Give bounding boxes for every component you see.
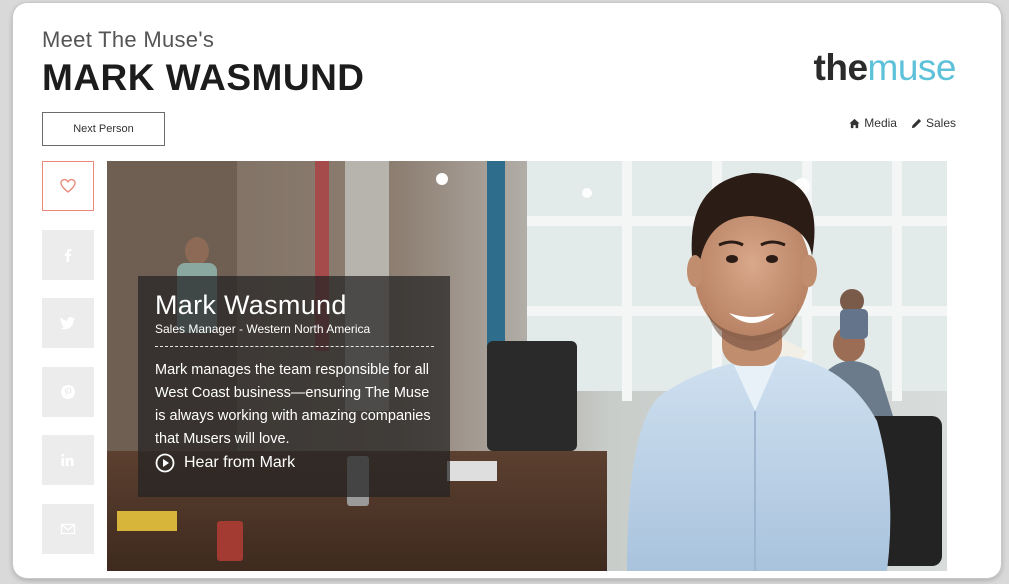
dashed-divider xyxy=(155,346,434,347)
linkedin-icon xyxy=(61,453,74,466)
tag-sales-label: Sales xyxy=(925,116,956,130)
tag-sales[interactable]: Sales xyxy=(911,116,956,130)
facebook-share-button[interactable] xyxy=(42,229,94,280)
linkedin-share-button[interactable] xyxy=(42,435,94,485)
twitter-icon xyxy=(60,317,75,330)
favorite-button[interactable] xyxy=(42,161,94,211)
pencil-icon xyxy=(911,118,922,128)
heart-icon xyxy=(60,178,76,193)
email-icon xyxy=(60,523,76,534)
tag-media-label: Media xyxy=(864,116,897,130)
email-share-button[interactable] xyxy=(42,503,94,554)
play-circle-icon xyxy=(155,453,175,473)
profile-overlay: Mark Wasmund Sales Manager - Western Nor… xyxy=(138,276,450,497)
profile-name: Mark Wasmund xyxy=(155,290,347,320)
hear-from-label: Hear from Mark xyxy=(184,454,296,471)
hear-from-button[interactable]: Hear from Mark xyxy=(155,453,434,473)
profile-bio: Mark manages the team responsible for al… xyxy=(155,362,431,447)
next-person-button[interactable]: Next Person xyxy=(42,112,165,146)
social-share-bar xyxy=(42,161,94,572)
pinterest-icon xyxy=(61,384,75,399)
facebook-icon xyxy=(64,248,72,262)
page-title: MARK WASMUND xyxy=(42,57,365,98)
category-tags: Media Sales xyxy=(849,116,956,130)
themuse-logo[interactable]: themuse xyxy=(813,47,957,89)
profile-role: Sales Manager - Western North America xyxy=(155,322,371,336)
twitter-share-button[interactable] xyxy=(42,298,94,348)
profile-card: Meet The Muse's MARK WASMUND themuse Nex… xyxy=(13,3,1001,578)
page-eyebrow: Meet The Muse's xyxy=(42,27,215,52)
hero-photo: Mark Wasmund Sales Manager - Western Nor… xyxy=(107,161,947,571)
home-icon xyxy=(849,118,860,128)
logo-muse: muse xyxy=(867,47,957,88)
pinterest-share-button[interactable] xyxy=(42,366,94,417)
logo-the: the xyxy=(813,47,869,88)
tag-media[interactable]: Media xyxy=(849,116,897,130)
